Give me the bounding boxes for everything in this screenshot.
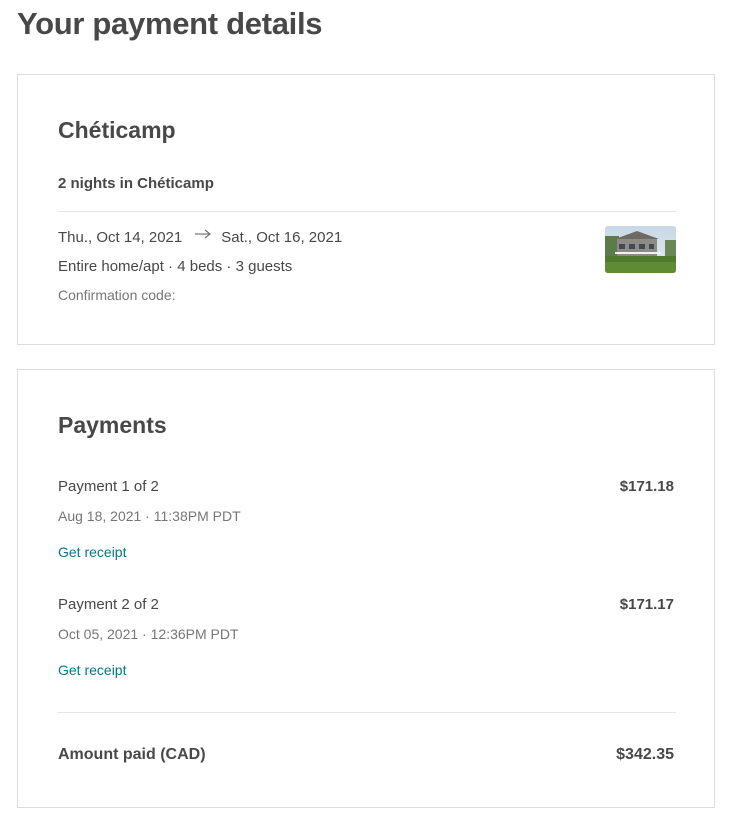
divider — [58, 712, 676, 713]
payment-1-date: Aug 18, 2021 · 11:38PM PDT — [58, 508, 241, 524]
get-receipt-link-1[interactable]: Get receipt — [58, 544, 126, 560]
confirmation-code-label: Confirmation code: — [58, 287, 176, 303]
get-receipt-link-2[interactable]: Get receipt — [58, 662, 126, 678]
amount-paid-label: Amount paid (CAD) — [58, 746, 206, 763]
check-in-date: Thu., Oct 14, 2021 — [58, 228, 183, 246]
page-title: Your payment details — [17, 6, 323, 41]
nights-summary: 2 nights in Chéticamp — [58, 175, 214, 192]
payment-1-amount: $171.18 — [619, 478, 674, 495]
arrow-right-icon — [190, 226, 216, 244]
check-out-date: Sat., Oct 16, 2021 — [221, 228, 343, 246]
trip-card: Chéticamp 2 nights in Chéticamp Thu., Oc… — [17, 74, 715, 345]
trip-heading: Chéticamp — [58, 117, 176, 143]
payment-2-amount: $171.17 — [619, 596, 674, 613]
amount-paid-value: $342.35 — [616, 746, 674, 763]
listing-photo[interactable] — [605, 226, 676, 273]
payment-2-date: Oct 05, 2021 · 12:36PM PDT — [58, 626, 239, 642]
divider — [58, 211, 676, 212]
payments-heading: Payments — [58, 412, 167, 438]
trip-dates: Thu., Oct 14, 2021 Sat., Oct 16, 2021 — [58, 228, 342, 246]
payments-card: Payments Payment 1 of 2 $171.18 Aug 18, … — [17, 369, 715, 808]
listing-details: Entire home/apt · 4 beds · 3 guests — [58, 258, 293, 275]
payment-2-title: Payment 2 of 2 — [58, 596, 159, 613]
payment-1-title: Payment 1 of 2 — [58, 478, 159, 495]
